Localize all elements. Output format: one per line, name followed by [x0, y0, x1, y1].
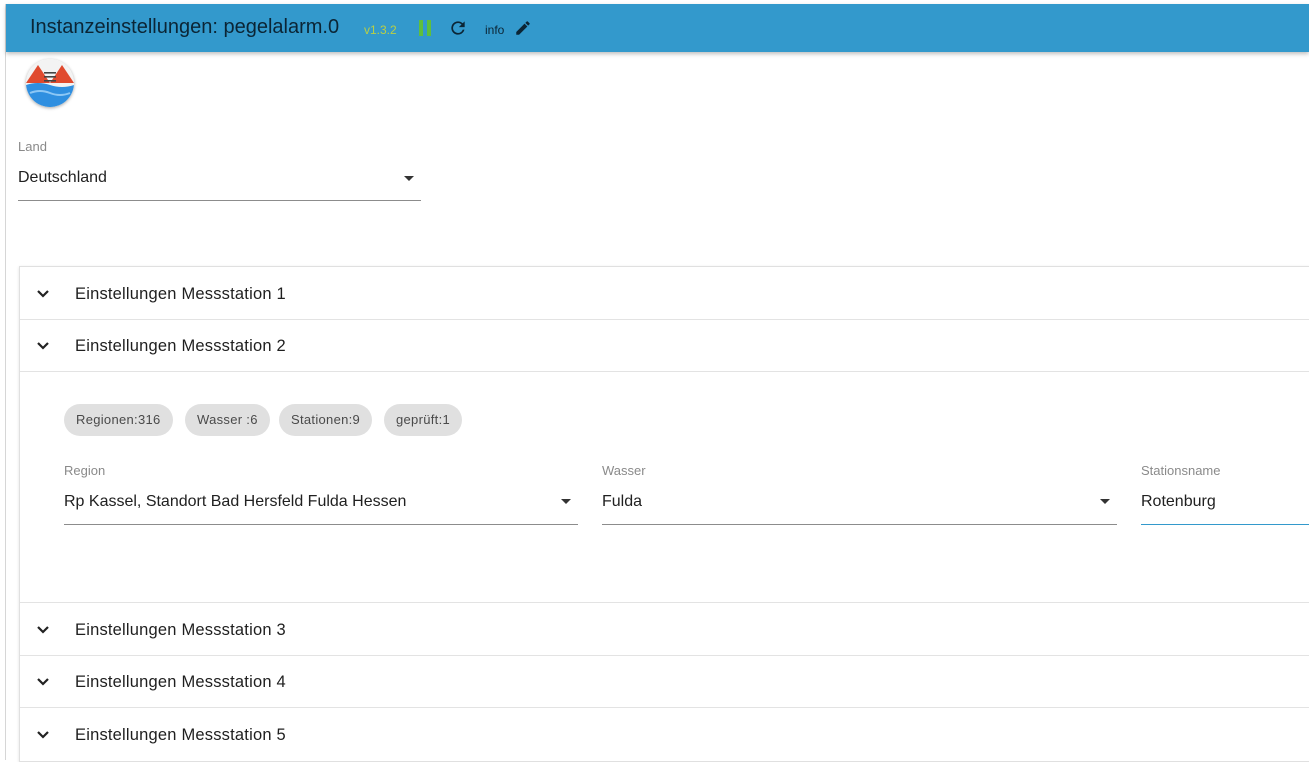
header-bar: Instanzeinstellungen: pegelalarm.0 v1.3.…: [6, 4, 1309, 52]
chevron-down-icon[interactable]: [36, 287, 50, 301]
accordion-title: Einstellungen Messstation 5: [75, 726, 286, 744]
country-select[interactable]: Deutschland: [18, 169, 107, 187]
chevron-down-icon[interactable]: [36, 728, 50, 742]
station-name-select[interactable]: Rotenburg: [1141, 493, 1216, 511]
water-underline: [602, 524, 1117, 525]
accordion-station-4[interactable]: Einstellungen Messstation 4: [20, 655, 1309, 708]
region-select[interactable]: Rp Kassel, Standort Bad Hersfeld Fulda H…: [64, 493, 406, 511]
country-dropdown-icon[interactable]: [404, 176, 414, 181]
info-link[interactable]: info: [485, 23, 504, 37]
accordion-title: Einstellungen Messstation 1: [75, 285, 286, 303]
water-label: Wasser: [602, 463, 646, 478]
stations-accordion: Einstellungen Messstation 1 Einstellunge…: [19, 266, 1309, 762]
chevron-down-icon[interactable]: [36, 675, 50, 689]
region-underline: [64, 524, 578, 525]
reload-icon[interactable]: [448, 18, 468, 38]
station-name-underline: [1141, 524, 1309, 525]
pause-icon[interactable]: [418, 20, 432, 36]
accordion-station-2[interactable]: Einstellungen Messstation 2: [20, 319, 1309, 372]
page-title: Instanzeinstellungen: pegelalarm.0: [30, 16, 340, 38]
version-label: v1.3.2: [364, 23, 397, 37]
region-dropdown-icon[interactable]: [561, 499, 571, 504]
chip-checked: geprüft:1: [384, 404, 463, 436]
country-label: Land: [18, 139, 47, 154]
accordion-station-5[interactable]: Einstellungen Messstation 5: [20, 708, 1309, 760]
chevron-down-icon[interactable]: [36, 339, 50, 353]
station-name-label: Stationsname: [1141, 463, 1221, 478]
accordion-title: Einstellungen Messstation 3: [75, 621, 286, 639]
region-label: Region: [64, 463, 106, 478]
chip-regions: Regionen:316: [64, 404, 173, 436]
country-underline: [18, 200, 421, 201]
accordion-title: Einstellungen Messstation 4: [75, 673, 286, 691]
accordion-title: Einstellungen Messstation 2: [75, 337, 286, 355]
water-dropdown-icon[interactable]: [1100, 499, 1110, 504]
water-select[interactable]: Fulda: [602, 493, 642, 511]
chevron-down-icon[interactable]: [36, 623, 50, 637]
chip-water: Wasser :6: [185, 404, 270, 436]
adapter-logo: [26, 59, 74, 107]
chip-stations: Stationen:9: [279, 404, 373, 436]
accordion-station-3[interactable]: Einstellungen Messstation 3: [20, 603, 1309, 656]
edit-icon[interactable]: [514, 19, 532, 37]
accordion-station-1[interactable]: Einstellungen Messstation 1: [20, 267, 1309, 320]
